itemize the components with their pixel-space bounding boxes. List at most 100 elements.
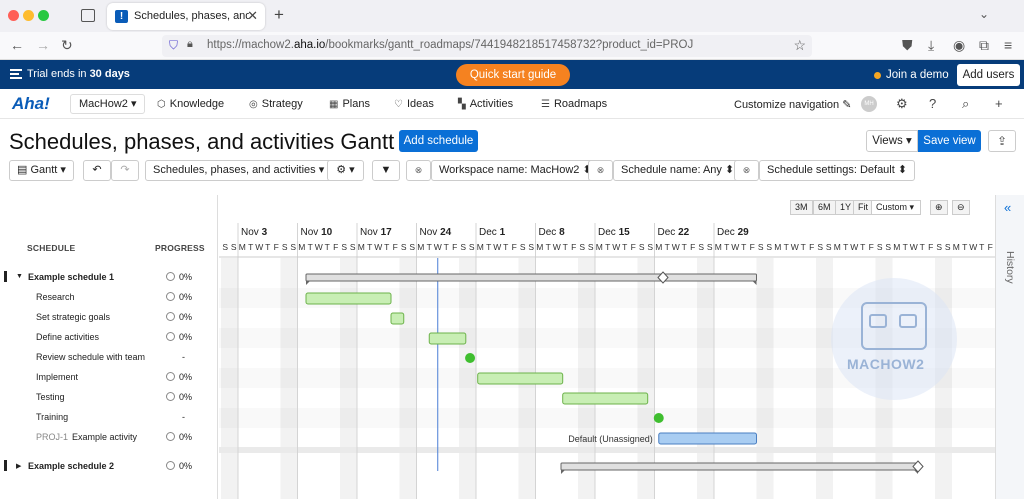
activity-row-label[interactable]: Define activities — [36, 332, 99, 342]
workspace-selector[interactable]: MacHow2 ▾ — [70, 94, 146, 114]
add-schedule-button[interactable]: Add schedule — [399, 130, 478, 152]
schedule-summary-bar[interactable] — [560, 462, 919, 471]
activity-bar-research[interactable] — [305, 292, 392, 305]
extensions-icon[interactable]: ⧉ — [979, 37, 989, 54]
activity-row-label[interactable]: Implement — [36, 372, 78, 382]
trial-menu-icon[interactable] — [10, 69, 22, 79]
expand-icon[interactable]: ▶ — [16, 462, 21, 470]
activity-row-label[interactable]: Training — [36, 412, 68, 422]
nav-item-strategy[interactable]: ◎ Strategy — [249, 98, 303, 110]
views-dropdown[interactable]: Views ▾ — [866, 130, 918, 152]
maximize-window-button[interactable] — [38, 10, 49, 21]
nav-item-roadmaps[interactable]: ☰ Roadmaps — [541, 98, 607, 110]
url-bar[interactable]: ⛉ 🔒︎ https://machow2.aha.io/bookmarks/ga… — [162, 35, 812, 57]
nav-item-ideas[interactable]: ♡ Ideas — [394, 98, 434, 110]
row-stripe — [219, 408, 995, 428]
progress-value[interactable]: 0% — [166, 332, 192, 342]
lock-icon[interactable]: 🔒︎ — [187, 38, 193, 51]
schedule-row-label[interactable]: Example schedule 1 — [28, 272, 114, 282]
account-icon[interactable]: ◉ — [953, 37, 965, 54]
gantt-view-dropdown[interactable]: ▤ Gantt ▾ — [9, 160, 74, 181]
tab-overview-icon[interactable] — [81, 9, 95, 22]
progress-value[interactable]: - — [182, 352, 185, 362]
help-icon[interactable]: ? — [929, 96, 936, 111]
forward-icon[interactable]: → — [36, 37, 50, 53]
settings-gear-icon[interactable]: ⚙ — [896, 96, 908, 112]
progress-value[interactable]: 0% — [166, 432, 192, 442]
schedule-summary-bar[interactable] — [305, 273, 757, 282]
new-tab-button[interactable]: + — [274, 5, 284, 25]
zoom-custom-dropdown[interactable]: Custom ▾ — [871, 200, 921, 215]
activity-bar-testing[interactable] — [562, 392, 649, 405]
close-tab-icon[interactable]: ✕ — [247, 8, 258, 24]
activity-row-label[interactable]: Set strategic goals — [36, 312, 110, 322]
progress-value[interactable]: 0% — [166, 372, 192, 382]
zoom-out-icon[interactable]: ⊖ — [952, 200, 970, 215]
bookmark-star-icon[interactable]: ☆ — [793, 37, 806, 54]
milestone-training[interactable] — [653, 413, 664, 423]
schedule-row-label[interactable]: Example schedule 2 — [28, 461, 114, 471]
nav-item-plans[interactable]: ▦ Plans — [329, 98, 370, 110]
settings-dropdown[interactable]: ⚙ ▾ — [327, 160, 364, 181]
pocket-icon[interactable]: ⛊ — [902, 37, 913, 54]
avatar[interactable]: MH — [861, 96, 877, 112]
zoom-3m-button[interactable]: 3M — [790, 200, 813, 215]
activity-bar-define-activities[interactable] — [428, 332, 467, 345]
redo-button[interactable]: ↷ — [111, 160, 139, 181]
quick-start-button[interactable]: Quick start guide — [456, 64, 570, 86]
share-icon[interactable]: ⇪ — [988, 130, 1016, 152]
schedule-settings-filter[interactable]: Schedule settings: Default ⬍ — [759, 160, 916, 181]
nav-item-activities[interactable]: ▚ Activities — [458, 98, 513, 110]
nav-item-knowledge[interactable]: ⬡ Knowledge — [157, 98, 224, 110]
undo-button[interactable]: ↶ — [83, 160, 111, 181]
progress-value[interactable]: 0% — [166, 392, 192, 402]
workspace-filter[interactable]: Workspace name: MacHow2 ⬍ — [431, 160, 600, 181]
collapse-icon[interactable]: ▼ — [16, 273, 23, 280]
zoom-in-icon[interactable]: ⊕ — [930, 200, 948, 215]
remove-workspace-filter[interactable]: ⊗ — [406, 160, 431, 181]
zoom-fit-button[interactable]: Fit — [853, 200, 873, 215]
shield-icon[interactable]: ⛉ — [169, 38, 178, 53]
double-chevron-left-icon[interactable]: « — [1004, 200, 1011, 215]
menu-icon[interactable]: ≡ — [1004, 37, 1012, 53]
activity-row-label[interactable]: Research — [36, 292, 75, 302]
progress-value[interactable]: 0% — [166, 312, 192, 322]
save-view-button[interactable]: Save view — [918, 130, 981, 152]
filter-button[interactable]: ▼ — [372, 160, 400, 181]
schedule-name-filter[interactable]: Schedule name: Any ⬍ — [613, 160, 743, 181]
browser-tab[interactable]: ! Schedules, phases, and activities ✕ — [107, 3, 265, 30]
remove-schedule-settings-filter[interactable]: ⊗ — [734, 160, 759, 181]
day-letter: S — [520, 242, 526, 252]
progress-value[interactable]: - — [182, 412, 185, 422]
join-demo-button[interactable]: Join a demo — [872, 64, 950, 86]
record-id[interactable]: PROJ-1 — [36, 432, 68, 442]
search-icon[interactable]: ⌕ — [962, 96, 969, 112]
close-window-button[interactable] — [8, 10, 19, 21]
milestone-review-schedule[interactable] — [465, 353, 476, 363]
activity-bar-implement[interactable] — [477, 372, 564, 385]
progress-value[interactable]: 0% — [166, 461, 192, 471]
day-letter: W — [969, 242, 977, 252]
view-type-dropdown[interactable]: Schedules, phases, and activities ▾ — [145, 160, 333, 181]
activity-row-label[interactable]: Review schedule with team — [36, 352, 145, 362]
progress-value[interactable]: 0% — [166, 272, 192, 282]
activity-bar-example-activity[interactable] — [658, 432, 757, 445]
downloads-icon[interactable]: ⤓ — [928, 37, 934, 54]
add-icon[interactable]: + — [995, 96, 1003, 111]
minimize-window-button[interactable] — [23, 10, 34, 21]
zoom-6m-button[interactable]: 6M — [813, 200, 836, 215]
customize-navigation-button[interactable]: Customize navigation ✎ — [734, 98, 851, 111]
history-panel-toggle[interactable]: « History — [995, 195, 1024, 499]
add-users-button[interactable]: Add users — [957, 64, 1020, 86]
activity-row-label[interactable]: Testing — [36, 392, 65, 402]
activity-bar-set-strategic-goals[interactable] — [390, 312, 405, 325]
remove-schedule-name-filter[interactable]: ⊗ — [588, 160, 613, 181]
day-letter: T — [801, 242, 806, 252]
back-icon[interactable]: ← — [10, 37, 24, 53]
activity-row-label[interactable]: PROJ-1 Example activity — [36, 432, 137, 442]
chevron-down-icon[interactable]: ⌄ — [979, 7, 989, 21]
progress-value[interactable]: 0% — [166, 292, 192, 302]
aha-logo[interactable]: Aha! — [12, 94, 50, 114]
day-letter: T — [563, 242, 568, 252]
reload-icon[interactable]: ↻ — [61, 37, 73, 54]
